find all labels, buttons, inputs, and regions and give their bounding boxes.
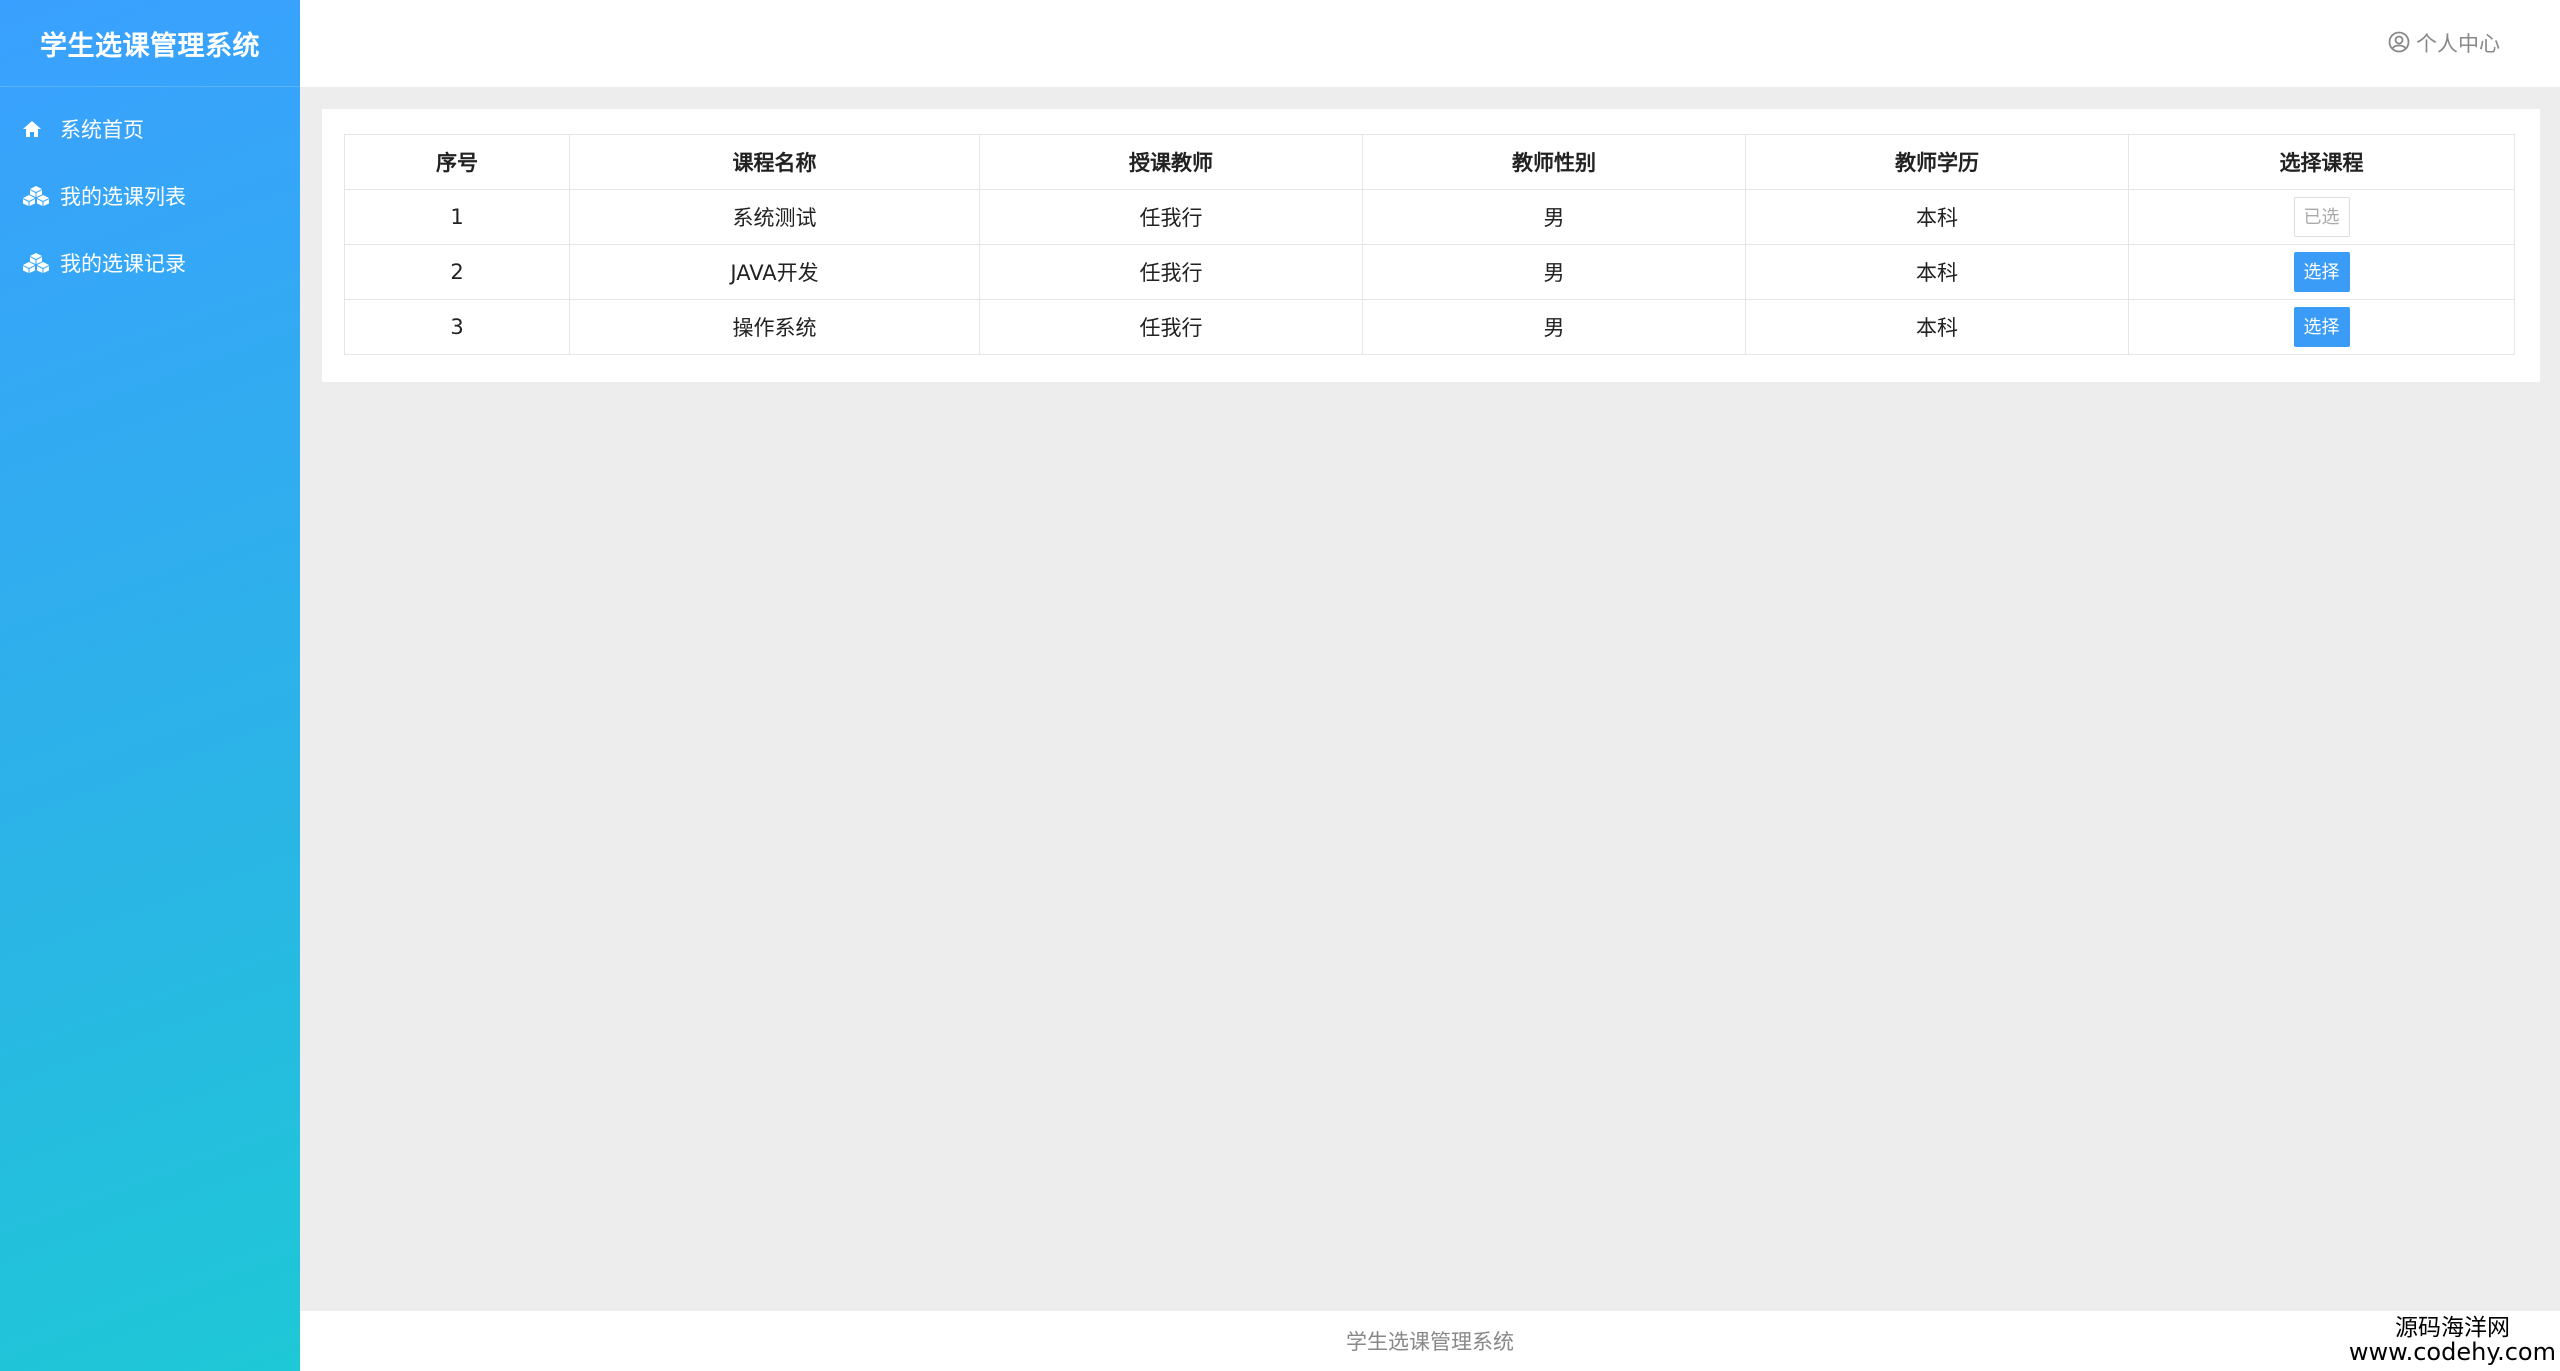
sidebar-item-label: 我的选课列表 [60, 184, 186, 209]
table-header-row: 序号 课程名称 授课教师 教师性别 教师学历 选择课程 [344, 134, 2515, 190]
table-row: 2 JAVA开发 任我行 男 本科 选择 [344, 244, 2515, 300]
sidebar-item-home[interactable]: 系统首页 [0, 95, 300, 162]
watermark-line2: www.codehy.com [2348, 1337, 2556, 1366]
cell-index: 3 [344, 299, 570, 355]
app-title: 学生选课管理系统 [0, 0, 300, 87]
cell-teacher: 任我行 [979, 244, 1363, 300]
top-header: 个人中心 [300, 0, 2560, 87]
user-center-link[interactable]: 个人中心 [2388, 28, 2500, 58]
cell-index: 2 [344, 244, 570, 300]
table-row: 3 操作系统 任我行 男 本科 选择 [344, 299, 2515, 355]
footer-text: 学生选课管理系统 [1346, 1330, 1514, 1354]
sidebar-item-label: 我的选课记录 [60, 251, 186, 276]
course-table-card: 序号 课程名称 授课教师 教师性别 教师学历 选择课程 1 系统测试 任我行 男… [322, 109, 2540, 382]
table-row: 1 系统测试 任我行 男 本科 已选 [344, 189, 2515, 245]
select-course-button[interactable]: 选择 [2293, 307, 2350, 347]
sidebar-item-course-list[interactable]: 我的选课列表 [0, 162, 300, 229]
cell-gender: 男 [1362, 299, 1746, 355]
page-footer: 学生选课管理系统 [300, 1311, 2560, 1371]
sidebar-menu: 系统首页 我的选课列表 我的选课记录 [0, 87, 300, 296]
watermark: 源码海洋网 www.codehy.com [2349, 1316, 2556, 1365]
cell-education: 本科 [1745, 244, 2129, 300]
sidebar: 学生选课管理系统 系统首页 我的选课列表 我的选课记录 [0, 0, 300, 1371]
column-header-select: 选择课程 [2128, 134, 2515, 190]
cubes-icon [22, 184, 52, 208]
cubes-icon [22, 251, 52, 275]
column-header-course: 课程名称 [569, 134, 980, 190]
selected-button: 已选 [2293, 197, 2350, 237]
cell-gender: 男 [1362, 244, 1746, 300]
cell-index: 1 [344, 189, 570, 245]
column-header-teacher: 授课教师 [979, 134, 1363, 190]
course-table: 序号 课程名称 授课教师 教师性别 教师学历 选择课程 1 系统测试 任我行 男… [344, 134, 2515, 355]
cell-action: 选择 [2128, 299, 2515, 355]
sidebar-item-label: 系统首页 [60, 117, 144, 142]
user-center-label: 个人中心 [2416, 32, 2500, 56]
column-header-gender: 教师性别 [1362, 134, 1746, 190]
user-circle-icon [2388, 31, 2412, 55]
cell-course: 操作系统 [569, 299, 980, 355]
cell-education: 本科 [1745, 189, 2129, 245]
column-header-index: 序号 [344, 134, 570, 190]
sidebar-item-course-records[interactable]: 我的选课记录 [0, 229, 300, 296]
app-root: 学生选课管理系统 系统首页 我的选课列表 我的选课记录 个人中心 序号 课程名称… [0, 0, 2560, 1371]
cell-teacher: 任我行 [979, 189, 1363, 245]
cell-course: 系统测试 [569, 189, 980, 245]
select-course-button[interactable]: 选择 [2293, 252, 2350, 292]
home-icon [22, 117, 52, 141]
watermark-line1: 源码海洋网 [2394, 1314, 2510, 1341]
cell-education: 本科 [1745, 299, 2129, 355]
column-header-education: 教师学历 [1745, 134, 2129, 190]
cell-action: 已选 [2128, 189, 2515, 245]
cell-action: 选择 [2128, 244, 2515, 300]
cell-gender: 男 [1362, 189, 1746, 245]
cell-teacher: 任我行 [979, 299, 1363, 355]
cell-course: JAVA开发 [569, 244, 980, 300]
